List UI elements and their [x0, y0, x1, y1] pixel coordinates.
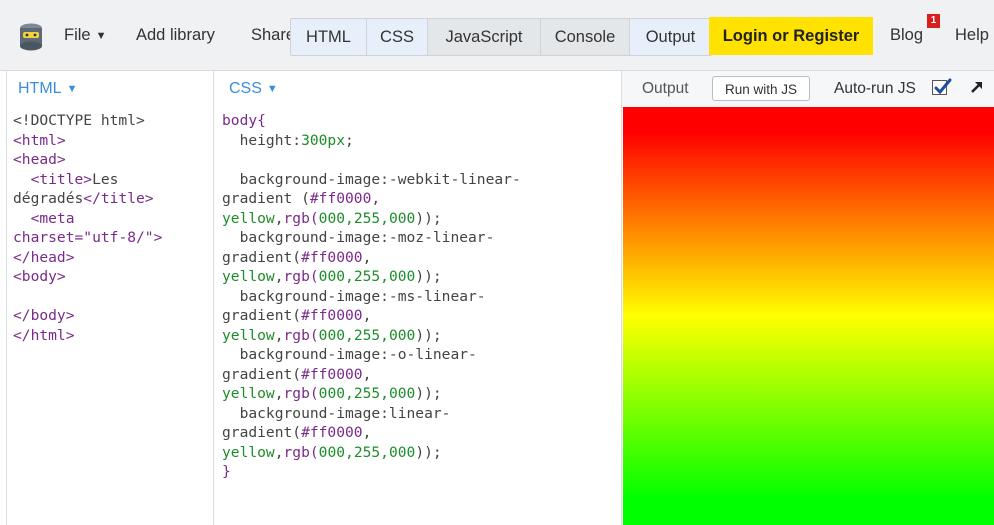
auto-run-js-checkbox[interactable] — [932, 78, 952, 95]
tab-console-label: Console — [554, 28, 616, 46]
css-code-line: gradient(#ff0000, — [222, 424, 372, 441]
add-library-label: Add library — [136, 26, 215, 44]
css-code-line: body{ — [222, 112, 266, 129]
css-code-line: gradient(#ff0000, — [222, 365, 372, 383]
css-code-line: background-image:linear- — [222, 404, 451, 422]
css-code-line: background-image:-moz-linear- — [222, 229, 495, 246]
help-label: Help — [955, 26, 989, 44]
auto-run-js-label: Auto-run JS — [834, 80, 916, 97]
tab-css[interactable]: CSS — [367, 19, 428, 55]
tab-html-label: HTML — [306, 28, 351, 46]
css-code-line: gradient (#ff0000, — [222, 190, 381, 207]
jsbin-logo-icon[interactable] — [18, 22, 44, 52]
tab-javascript-label: JavaScript — [445, 28, 523, 46]
html-code-line: charset="utf-8/"> — [13, 229, 163, 246]
chevron-down-icon: ▼ — [95, 30, 107, 42]
html-code-line: <meta — [30, 209, 75, 227]
css-code-line: gradient(#ff0000, — [222, 248, 372, 266]
panel-tabs: HTML CSS JavaScript Console Output — [290, 18, 712, 56]
html-code-line: </head> — [13, 248, 75, 266]
login-register-label: Login or Register — [722, 27, 860, 45]
share-button[interactable]: Share — [251, 0, 295, 70]
html-code-line: </html> — [13, 326, 75, 344]
html-code-line: <html> — [13, 131, 66, 149]
tab-output-label: Output — [645, 28, 696, 46]
html-code-line: <title>Les — [30, 170, 119, 188]
css-code-line: background-image:-webkit-linear- — [222, 170, 521, 188]
top-toolbar: File ▼ Add library Share HTML CSS JavaScr… — [0, 0, 994, 71]
css-code-line: yellow,rgb(000,255,000)); — [222, 385, 442, 402]
blog-notification-badge: 1 — [927, 14, 940, 28]
css-code-line: yellow,rgb(000,255,000)); — [222, 209, 442, 227]
help-link[interactable]: Help — [955, 0, 989, 70]
blog-label: Blog — [890, 26, 924, 44]
css-code-line: height:300px; — [222, 131, 354, 149]
file-menu-label: File — [64, 26, 91, 44]
file-menu[interactable]: File ▼ — [64, 0, 106, 70]
html-code-line: <body> — [13, 268, 66, 285]
checkmark-icon — [934, 78, 952, 95]
panel-divider[interactable] — [621, 71, 622, 525]
tab-css-label: CSS — [380, 28, 414, 46]
css-code-line: yellow,rgb(000,255,000)); — [222, 443, 442, 461]
css-code-line: gradient(#ff0000, — [222, 307, 372, 324]
html-code-line — [13, 287, 162, 307]
output-label: Output — [642, 80, 689, 97]
html-editor[interactable]: <!DOCTYPE html> <html> <head> <title>Les dé… — [13, 111, 162, 345]
css-code-line: } — [222, 463, 231, 480]
css-panel-header[interactable]: CSS ▼ — [229, 71, 278, 107]
tab-html[interactable]: HTML — [291, 19, 367, 55]
tab-output[interactable]: Output — [630, 19, 711, 55]
html-code-line: </body> — [13, 307, 75, 324]
chevron-down-icon: ▼ — [66, 83, 78, 95]
panel-divider[interactable] — [213, 71, 214, 525]
css-code-line: background-image:-ms-linear- — [222, 287, 486, 305]
html-code-line: <!DOCTYPE html> — [13, 112, 145, 129]
tab-javascript[interactable]: JavaScript — [428, 19, 541, 55]
left-border — [6, 71, 7, 525]
html-code-line: dégradés</title> — [13, 190, 154, 207]
chevron-down-icon: ▼ — [266, 83, 278, 95]
css-code-line: yellow,rgb(000,255,000)); — [222, 268, 442, 285]
run-with-js-button[interactable]: Run with JS — [712, 76, 810, 101]
open-in-new-window-icon[interactable] — [968, 78, 986, 101]
css-code-line — [222, 150, 521, 170]
output-preview-gradient — [623, 107, 994, 525]
css-panel-title: CSS — [229, 80, 262, 97]
html-panel-title: HTML — [18, 80, 62, 97]
css-editor[interactable]: body{ height:300px; background-image:-we… — [222, 111, 521, 482]
login-register-button[interactable]: Login or Register — [709, 17, 873, 55]
css-code-line: background-image:-o-linear- — [222, 346, 477, 363]
html-code-line: <head> — [13, 151, 66, 168]
tab-console[interactable]: Console — [541, 19, 630, 55]
add-library-button[interactable]: Add library — [136, 0, 215, 70]
share-label: Share — [251, 26, 296, 44]
css-code-line: yellow,rgb(000,255,000)); — [222, 326, 442, 344]
html-panel-header[interactable]: HTML ▼ — [18, 71, 77, 107]
blog-link[interactable]: Blog — [890, 0, 923, 70]
